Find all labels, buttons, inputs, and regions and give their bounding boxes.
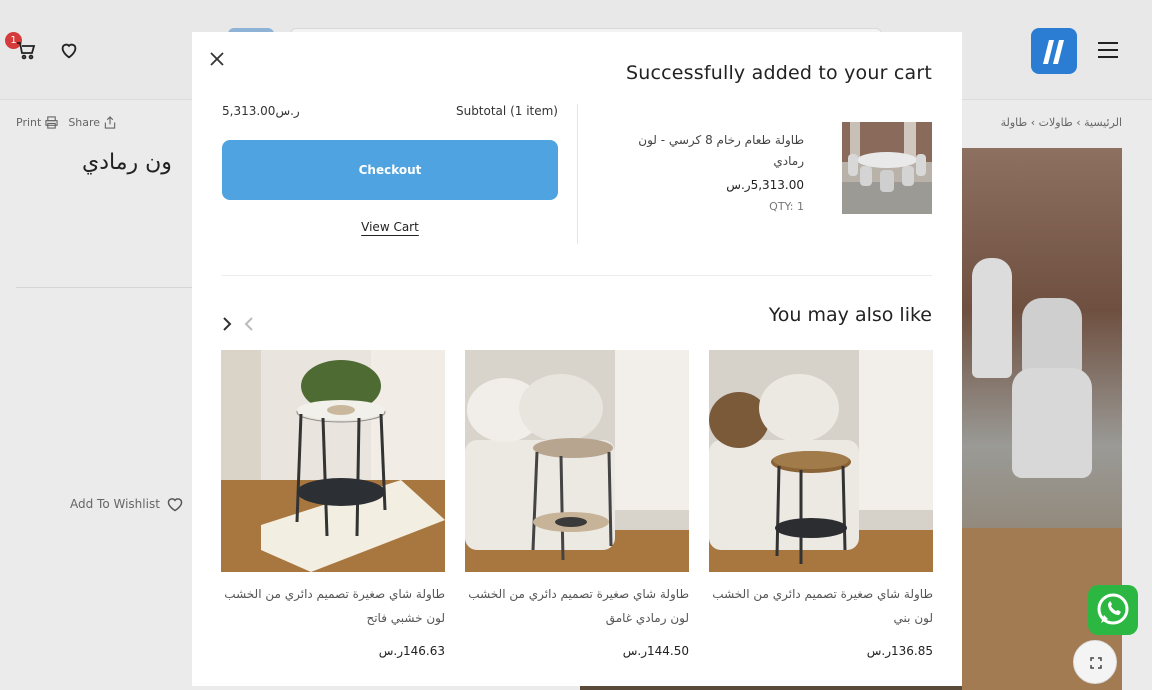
divider	[16, 287, 192, 288]
heart-icon	[167, 498, 183, 512]
cart-item-qty: QTY: 1	[769, 200, 804, 213]
site-logo[interactable]	[1031, 28, 1077, 74]
product-price: 146.63ر.س	[378, 644, 445, 658]
product-name[interactable]: طاولة شاي صغيرة تصميم دائري من الخشب لون…	[465, 582, 689, 630]
subtotal-label: Subtotal (1 item)	[455, 104, 558, 118]
heart-icon[interactable]	[58, 39, 80, 61]
cart-item: طاولة طعام رخام 8 كرسي - لون رمادي 5,313…	[592, 122, 932, 222]
share-button[interactable]: Share	[68, 116, 116, 129]
cart-item-price: 5,313.00ر.س	[726, 178, 804, 192]
product-card[interactable]: طاولة شاي صغيرة تصميم دائري من الخشب لون…	[465, 350, 689, 658]
cart-summary: 5,313.00ر.س Subtotal (1 item) Checkout V…	[222, 104, 558, 234]
add-to-wishlist-button[interactable]: Add To Wishlist	[70, 496, 184, 512]
product-price: 136.85ر.س	[866, 644, 933, 658]
hamburger-icon[interactable]	[1097, 41, 1119, 59]
breadcrumb[interactable]: الرئيسية › طاولات › طاولة	[962, 116, 1122, 129]
expand-icon	[1090, 657, 1102, 669]
carousel-controls	[220, 314, 256, 334]
close-icon[interactable]	[206, 48, 228, 70]
chevron-left-icon[interactable]	[242, 314, 256, 334]
print-button[interactable]: Print	[16, 116, 58, 129]
product-card[interactable]: طاولة شاي صغيرة تصميم دائري من الخشب لون…	[221, 350, 445, 658]
chevron-right-icon[interactable]	[220, 314, 234, 334]
divider	[222, 275, 932, 276]
decor-strip	[580, 686, 962, 690]
whatsapp-button[interactable]	[1088, 585, 1138, 635]
share-icon	[104, 116, 116, 129]
subtotal-value: 5,313.00ر.س	[222, 104, 300, 118]
printer-icon	[45, 116, 58, 129]
fullscreen-button[interactable]	[1073, 640, 1117, 684]
add-to-cart-modal: Successfully added to your cart 5,313.00…	[192, 32, 962, 686]
product-name[interactable]: طاولة شاي صغيرة تصميم دائري من الخشب لون…	[709, 582, 933, 630]
product-image[interactable]	[221, 350, 445, 572]
product-card[interactable]: طاولة شاي صغيرة تصميم دائري من الخشب لون…	[709, 350, 933, 658]
checkout-button[interactable]: Checkout	[222, 140, 558, 200]
recommended-products: طاولة شاي صغيرة تصميم دائري من الخشب لون…	[221, 350, 933, 660]
divider	[577, 104, 578, 244]
subtotal-row: 5,313.00ر.س Subtotal (1 item)	[222, 104, 558, 118]
product-price: 144.50ر.س	[622, 644, 689, 658]
modal-title: Successfully added to your cart	[625, 62, 932, 84]
cart-icon[interactable]	[14, 38, 38, 62]
product-title: ون رمادي	[82, 150, 172, 175]
cart-item-info: طاولة طعام رخام 8 كرسي - لون رمادي 5,313…	[604, 130, 804, 213]
you-may-also-like-heading: You may also like	[768, 304, 932, 326]
cart-item-thumbnail[interactable]	[842, 122, 932, 214]
product-image[interactable]	[709, 350, 933, 572]
product-image[interactable]	[465, 350, 689, 572]
cart-item-name[interactable]: طاولة طعام رخام 8 كرسي - لون رمادي	[604, 130, 804, 172]
product-name[interactable]: طاولة شاي صغيرة تصميم دائري من الخشب لون…	[221, 582, 445, 630]
view-cart-link[interactable]: View Cart	[340, 220, 440, 234]
whatsapp-icon	[1097, 593, 1129, 625]
print-share-bar: Print Share	[16, 116, 116, 129]
